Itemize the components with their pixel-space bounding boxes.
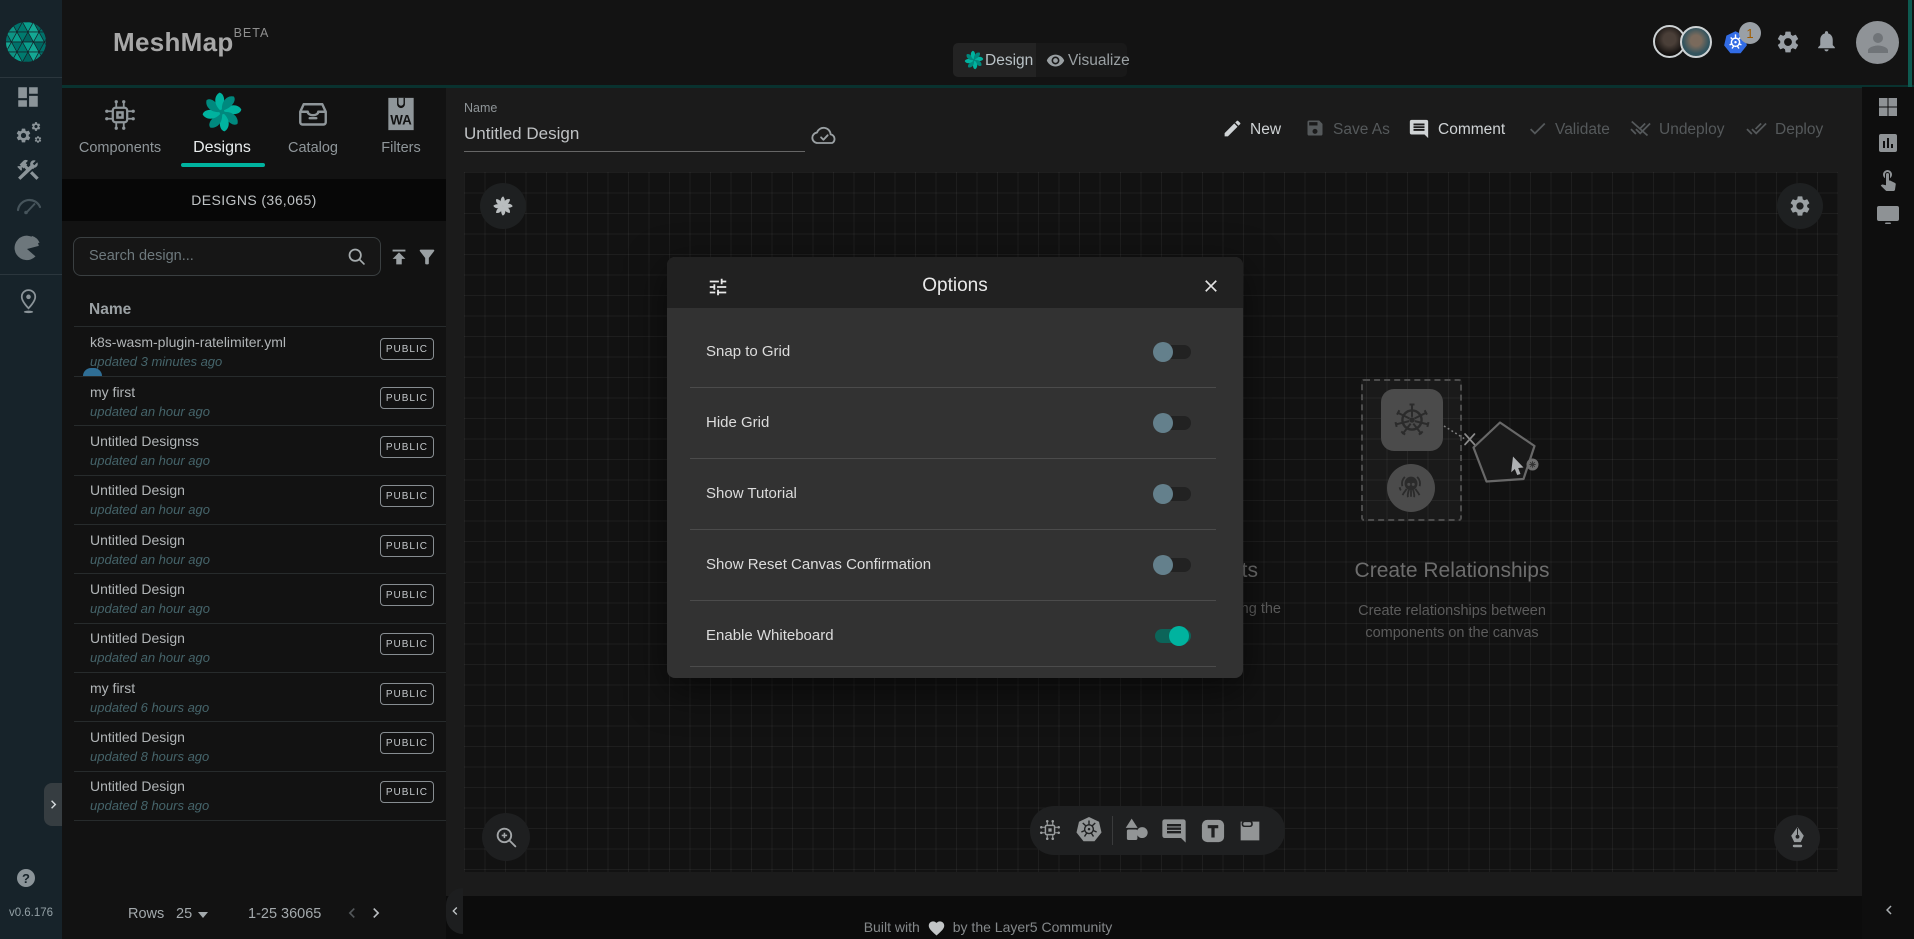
svg-text:WA: WA: [390, 113, 412, 128]
